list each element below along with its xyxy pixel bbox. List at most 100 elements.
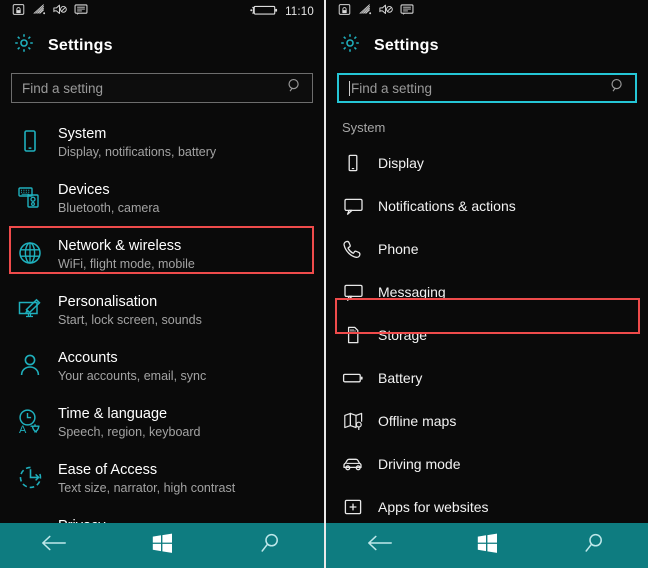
- windows-start-icon: [151, 532, 173, 559]
- gear-icon: [13, 32, 35, 59]
- wifi-icon: [358, 3, 372, 21]
- list-item-sublabel: WiFi, flight mode, mobile: [58, 257, 195, 271]
- list-item-label: Offline maps: [378, 412, 457, 429]
- back-icon: [40, 532, 68, 559]
- page-title: Settings: [374, 36, 439, 54]
- map-icon: [340, 408, 366, 434]
- list-item-label: Ease of Access: [58, 462, 158, 478]
- list-item[interactable]: Offline maps: [326, 399, 648, 442]
- list-item[interactable]: Driving mode: [326, 442, 648, 485]
- right-phone-screen: Settings Find a setting System Display N…: [324, 0, 648, 568]
- list-item[interactable]: Storage: [326, 313, 648, 356]
- search-icon[interactable]: [610, 78, 626, 99]
- list-item-text: System Display, notifications, battery: [58, 125, 216, 160]
- list-item-label: Personalisation: [58, 294, 158, 310]
- app-header: Settings: [326, 24, 648, 65]
- sim-lock-icon: [12, 3, 25, 21]
- list-item[interactable]: A Time & language Speech, region, keyboa…: [0, 395, 324, 451]
- notification-icon: [340, 193, 366, 219]
- list-item[interactable]: Network & wireless WiFi, flight mode, mo…: [0, 227, 324, 283]
- status-clock: 11:10: [285, 6, 314, 18]
- message-icon: [400, 3, 414, 21]
- wifi-icon: [32, 3, 46, 21]
- sim-lock-icon: [338, 3, 351, 21]
- navigation-bar: [326, 523, 648, 568]
- sd-card-icon: [340, 322, 366, 348]
- list-item-sublabel: Start, lock screen, sounds: [58, 313, 202, 327]
- list-item-sublabel: Your accounts, email, sync: [58, 369, 207, 383]
- list-item-label: Storage: [378, 326, 428, 343]
- list-item[interactable]: Notifications & actions: [326, 184, 648, 227]
- list-item[interactable]: Display: [326, 141, 648, 184]
- app-window-icon: [340, 494, 366, 520]
- back-button[interactable]: [0, 523, 108, 568]
- start-button[interactable]: [433, 523, 540, 568]
- start-button[interactable]: [108, 523, 216, 568]
- person-icon: [14, 349, 46, 381]
- list-item-label: Phone: [378, 240, 419, 257]
- list-item-text: Devices Bluetooth, camera: [58, 181, 159, 216]
- status-bar: 11:10: [0, 0, 324, 24]
- list-item[interactable]: Personalisation Start, lock screen, soun…: [0, 283, 324, 339]
- list-item-label: Network & wireless: [58, 238, 182, 254]
- list-item-label: Apps for websites: [378, 498, 489, 515]
- status-icons-right: 11:10: [250, 3, 314, 22]
- clock-language-icon: A: [14, 405, 46, 437]
- search-input[interactable]: Find a setting: [11, 73, 313, 103]
- list-item-text: Network & wireless WiFi, flight mode, mo…: [58, 237, 195, 272]
- paintbrush-monitor-icon: [14, 293, 46, 325]
- list-item-label: Time & language: [58, 406, 168, 422]
- list-item-label: System: [58, 126, 107, 142]
- status-icons-left: [12, 3, 88, 21]
- car-icon: [340, 451, 366, 477]
- search-placeholder: Find a setting: [22, 80, 104, 96]
- search-area: Find a setting: [0, 65, 324, 103]
- list-item[interactable]: Battery: [326, 356, 648, 399]
- search-icon: [582, 531, 606, 560]
- navigation-bar: [0, 523, 324, 568]
- list-item-label: Accounts: [58, 350, 118, 366]
- settings-list-left: System Display, notifications, battery D…: [0, 115, 324, 563]
- battery-icon: [340, 365, 366, 391]
- settings-list-right: Display Notifications & actions Phone Me…: [326, 141, 648, 528]
- left-phone-screen: 11:10 Settings Find a setting System Dis…: [0, 0, 324, 568]
- list-item-label: Messaging: [378, 283, 446, 300]
- status-bar: [326, 0, 648, 24]
- svg-text:A: A: [19, 424, 27, 435]
- list-item[interactable]: Accounts Your accounts, email, sync: [0, 339, 324, 395]
- list-item[interactable]: Messaging: [326, 270, 648, 313]
- list-item[interactable]: System Display, notifications, battery: [0, 115, 324, 171]
- ringer-off-icon: [379, 3, 393, 21]
- list-item-sublabel: Text size, narrator, high contrast: [58, 481, 236, 495]
- list-item-label: Battery: [378, 369, 423, 386]
- list-item-sublabel: Bluetooth, camera: [58, 201, 160, 215]
- search-icon[interactable]: [287, 78, 303, 99]
- globe-icon: [14, 237, 46, 269]
- phone-handset-icon: [340, 236, 366, 262]
- windows-start-icon: [476, 532, 498, 559]
- list-item-label: Devices: [58, 182, 110, 198]
- search-icon: [258, 531, 282, 560]
- search-button[interactable]: [541, 523, 648, 568]
- list-item-label: Driving mode: [378, 455, 461, 472]
- keyboard-speaker-icon: [14, 181, 46, 213]
- search-button[interactable]: [216, 523, 324, 568]
- phone-device-icon: [14, 125, 46, 157]
- dual-screenshot-container: 11:10 Settings Find a setting System Dis…: [0, 0, 648, 568]
- list-item[interactable]: Ease of Access Text size, narrator, high…: [0, 451, 324, 507]
- ease-of-access-icon: [14, 461, 46, 493]
- message-icon: [74, 3, 88, 21]
- list-item-sublabel: Display, notifications, battery: [58, 145, 217, 159]
- list-item-text: Time & language Speech, region, keyboard: [58, 405, 200, 440]
- list-item[interactable]: Devices Bluetooth, camera: [0, 171, 324, 227]
- app-header: Settings: [0, 24, 324, 65]
- list-item[interactable]: Phone: [326, 227, 648, 270]
- list-item-label: Display: [378, 154, 424, 171]
- list-item-label: Notifications & actions: [378, 197, 516, 214]
- search-input[interactable]: Find a setting: [337, 73, 637, 103]
- back-button[interactable]: [326, 523, 433, 568]
- ringer-off-icon: [53, 3, 67, 21]
- status-icons-left: [338, 3, 414, 21]
- gear-icon: [339, 32, 361, 59]
- list-item[interactable]: Apps for websites: [326, 485, 648, 528]
